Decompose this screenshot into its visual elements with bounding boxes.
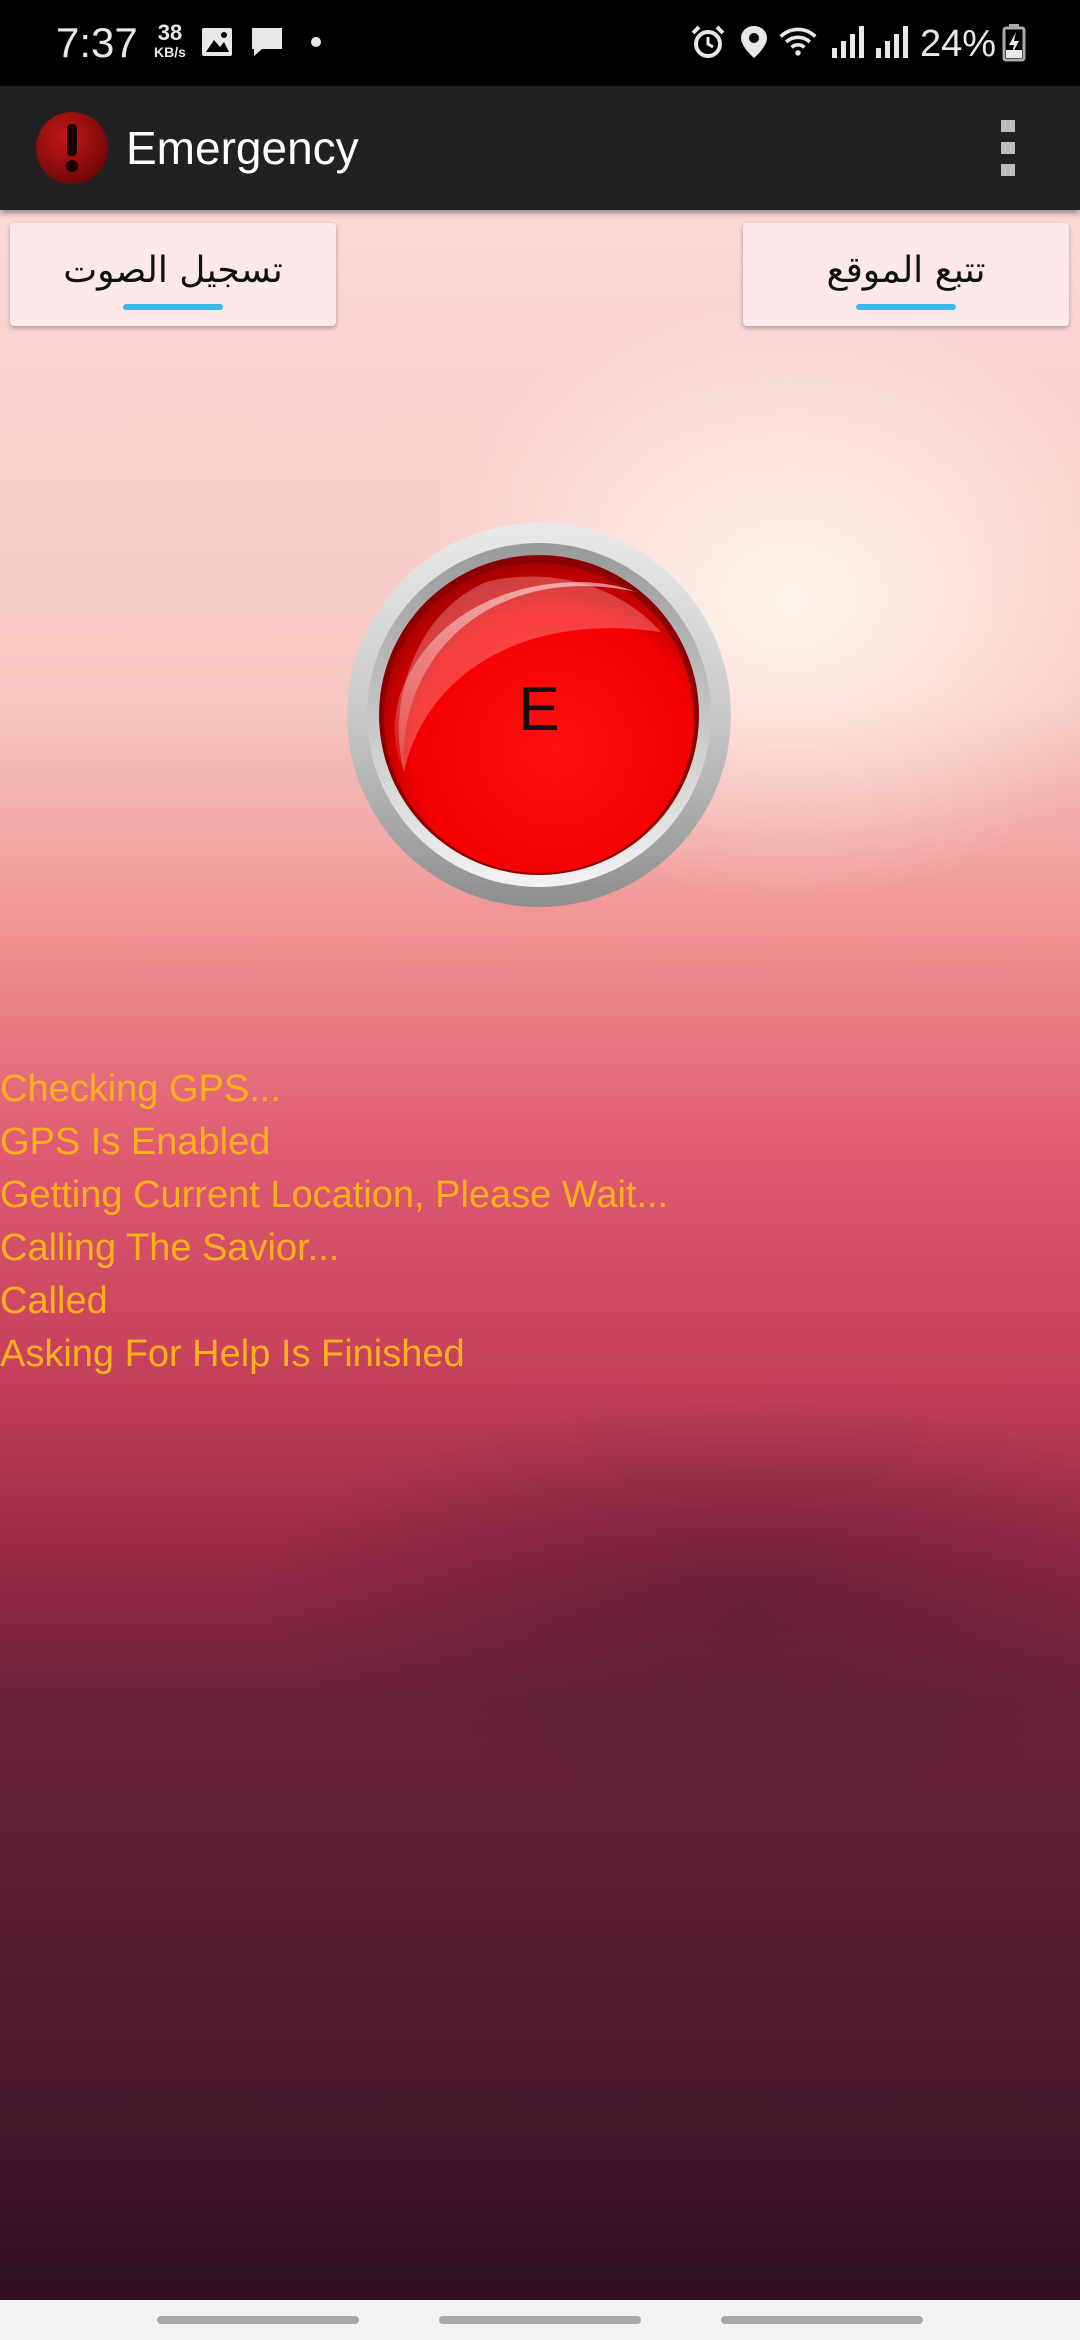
dot-icon — [311, 37, 321, 47]
log-line: Called — [0, 1280, 108, 1322]
status-log: Checking GPS... GPS Is Enabled Getting C… — [0, 1063, 1080, 1381]
button-underline — [123, 304, 223, 310]
wifi-icon — [779, 27, 817, 56]
navigation-bar — [0, 2300, 1080, 2340]
battery-percent: 24% — [920, 23, 997, 65]
signal-icon — [876, 26, 908, 58]
gallery-icon — [202, 28, 232, 56]
signal-icon — [832, 26, 864, 58]
status-time: 7:37 — [56, 19, 138, 66]
message-icon — [252, 28, 282, 56]
button-underline — [856, 304, 956, 310]
record-audio-label: تسجيل الصوت — [63, 250, 283, 291]
screen: 7:37 38 KB/s 24% Emergency تسجيل الصوت ت… — [0, 0, 1080, 2340]
app-title: Emergency — [126, 122, 359, 174]
emergency-button-label: E — [518, 675, 560, 744]
log-line: Asking For Help Is Finished — [0, 1333, 465, 1375]
location-icon — [741, 26, 767, 58]
overflow-menu-icon[interactable] — [990, 118, 1026, 178]
nav-home-button[interactable] — [439, 2316, 641, 2324]
nav-back-button[interactable] — [721, 2316, 923, 2324]
log-line: Calling The Savior... — [0, 1227, 340, 1269]
network-speed-value: 38 — [157, 20, 183, 45]
alarm-icon — [691, 25, 725, 58]
battery-charging-icon — [1002, 24, 1026, 62]
network-speed: 38 KB/s — [148, 20, 192, 61]
log-line: Checking GPS... — [0, 1068, 281, 1110]
record-audio-button[interactable]: تسجيل الصوت — [10, 223, 336, 326]
network-speed-unit: KB/s — [154, 44, 186, 60]
track-location-label: تتبع الموقع — [826, 250, 986, 291]
log-line: GPS Is Enabled — [0, 1121, 271, 1163]
track-location-button[interactable]: تتبع الموقع — [743, 223, 1069, 326]
status-bar: 7:37 38 KB/s 24% — [0, 0, 1080, 86]
exclamation-icon — [36, 112, 108, 184]
app-bar: Emergency — [0, 86, 1080, 210]
log-line: Getting Current Location, Please Wait... — [0, 1174, 669, 1216]
nav-recents-button[interactable] — [157, 2316, 359, 2324]
